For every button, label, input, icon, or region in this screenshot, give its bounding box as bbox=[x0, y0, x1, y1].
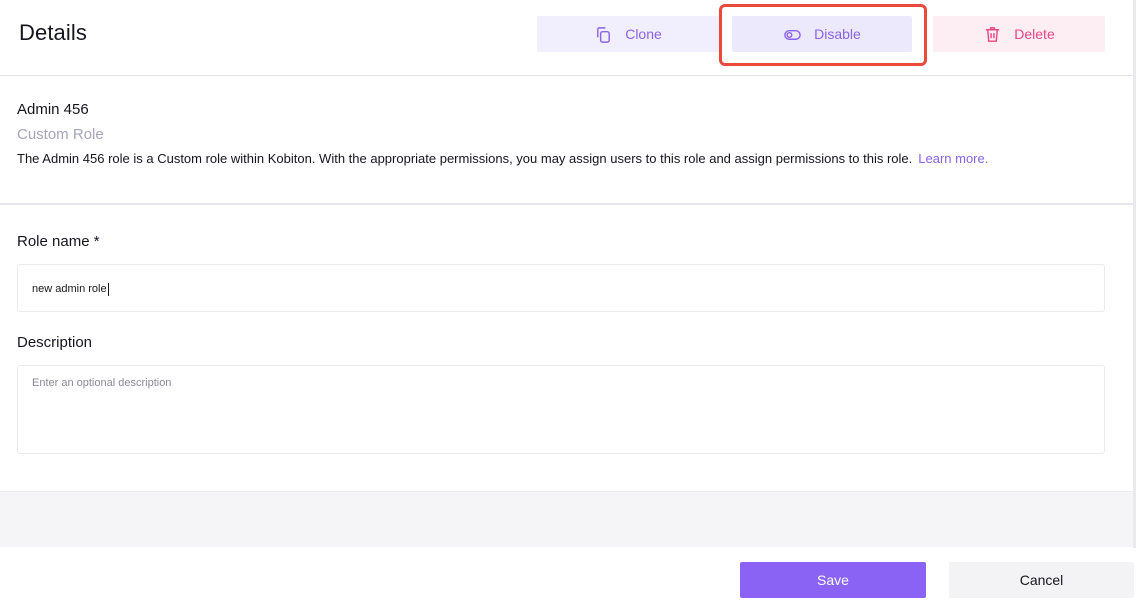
trash-icon bbox=[986, 26, 1000, 42]
details-header: Details Clone Disable Delete bbox=[0, 0, 1133, 76]
role-name-input[interactable]: new admin role bbox=[17, 264, 1105, 312]
role-details-page: Details Clone Disable Delete Admin 456 C… bbox=[0, 0, 1136, 607]
learn-more-link[interactable]: Learn more. bbox=[918, 151, 988, 166]
copy-icon bbox=[597, 26, 611, 43]
role-name-value: new admin role bbox=[32, 283, 107, 295]
cancel-button[interactable]: Cancel bbox=[949, 562, 1134, 598]
delete-button[interactable]: Delete bbox=[933, 16, 1105, 52]
form-bottom-band bbox=[0, 491, 1133, 547]
description-suffix: role is a Custom role within Kobiton. Wi… bbox=[104, 151, 913, 166]
save-button[interactable]: Save bbox=[740, 562, 926, 598]
description-placeholder: Enter an optional description bbox=[32, 377, 172, 389]
toggle-icon bbox=[784, 29, 801, 40]
description-label: Description bbox=[17, 334, 93, 351]
delete-label: Delete bbox=[1014, 26, 1055, 42]
disable-button[interactable]: Disable bbox=[732, 16, 912, 52]
page-title: Details bbox=[19, 20, 87, 45]
text-caret bbox=[107, 282, 109, 296]
description-textarea[interactable]: Enter an optional description bbox=[17, 365, 1105, 454]
clone-button[interactable]: Clone bbox=[537, 16, 719, 52]
role-type-label: Custom Role bbox=[17, 126, 104, 143]
role-info-section: Admin 456 Custom Role The Admin 456 role… bbox=[0, 77, 1133, 205]
description-prefix: The bbox=[17, 151, 43, 166]
role-description: The Admin 456 role is a Custom role with… bbox=[17, 151, 988, 166]
role-name-heading: Admin 456 bbox=[17, 101, 89, 118]
disable-label: Disable bbox=[814, 26, 861, 42]
clone-label: Clone bbox=[625, 26, 662, 42]
description-role-name: Admin 456 bbox=[42, 151, 105, 166]
role-name-label: Role name * bbox=[17, 233, 100, 250]
